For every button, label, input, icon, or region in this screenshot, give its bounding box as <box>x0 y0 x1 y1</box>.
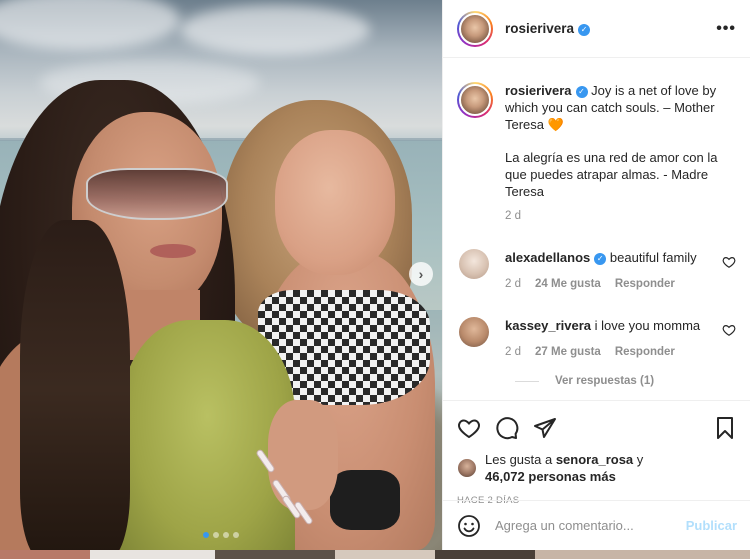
right-person-face <box>275 130 395 275</box>
carousel-next-button[interactable]: › <box>409 262 433 286</box>
next-posts-strip <box>0 550 750 559</box>
likes-prefix: Les gusta a <box>485 452 556 467</box>
comment-username[interactable]: alexadellanos <box>505 250 590 265</box>
emoji-icon[interactable] <box>457 514 481 538</box>
publish-button[interactable]: Publicar <box>686 518 737 533</box>
post-photo[interactable]: › <box>0 0 442 550</box>
liker-username[interactable]: senora_rosa <box>556 452 633 467</box>
view-replies-label: Ver respuestas (1) <box>555 375 655 387</box>
carousel-dots <box>203 532 239 538</box>
like-heart-icon[interactable] <box>457 416 481 440</box>
likes-count[interactable]: 46,072 personas más <box>485 469 616 484</box>
likes-connector: y <box>633 452 644 467</box>
liker-avatar[interactable] <box>457 458 477 478</box>
heart-icon[interactable] <box>722 323 736 337</box>
carousel-dot <box>233 532 239 538</box>
caption: rosierivera ✓ Joy is a net of love by whi… <box>457 82 736 225</box>
swimsuit-bottom <box>330 470 400 530</box>
comment-likes[interactable]: 27 Me gusta <box>535 344 601 361</box>
comment-avatar[interactable] <box>459 317 489 347</box>
bookmark-icon[interactable] <box>713 416 737 440</box>
cloud <box>180 5 370 55</box>
verified-badge-icon: ✓ <box>575 86 588 98</box>
carousel-dot <box>213 532 219 538</box>
post-side-panel: rosierivera ✓ ••• rosierivera ✓ Joy is a n… <box>442 0 750 550</box>
comment-text: beautiful family <box>606 250 697 265</box>
comment-username[interactable]: kassey_rivera <box>505 318 591 333</box>
comment-age[interactable]: 2 d <box>505 276 521 293</box>
add-comment-bar: Publicar <box>443 500 750 550</box>
lips <box>150 244 196 258</box>
caption-text-spanish: La alegría es una red de amor con la que… <box>505 150 718 199</box>
reply-button[interactable]: Responder <box>615 344 675 361</box>
cloud <box>0 0 180 50</box>
comment-input[interactable] <box>495 518 686 533</box>
comment-age[interactable]: 2 d <box>505 344 521 361</box>
reply-button[interactable]: Responder <box>615 276 675 293</box>
comment-likes[interactable]: 24 Me gusta <box>535 276 601 293</box>
verified-badge-icon: ✓ <box>578 24 591 36</box>
comment-text: i love you momma <box>591 318 701 333</box>
comment-item: alexadellanos ✓ beautiful family 2 d 24 M… <box>457 249 736 293</box>
share-paper-plane-icon[interactable] <box>533 416 557 440</box>
verified-badge-icon: ✓ <box>594 253 607 265</box>
divider <box>515 380 539 382</box>
caption-username[interactable]: rosierivera <box>505 83 572 98</box>
comments-section: rosierivera ✓ Joy is a net of love by whi… <box>443 58 750 400</box>
chevron-right-icon: › <box>418 266 424 282</box>
sunglasses <box>86 168 228 220</box>
comment-item: kassey_rivera i love you momma 2 d 27 Me… <box>457 317 736 361</box>
post-actions: Les gusta a senora_rosa y 46,072 persona… <box>443 400 750 506</box>
heart-icon[interactable] <box>722 255 736 269</box>
likes-summary: Les gusta a senora_rosa y 46,072 persona… <box>457 451 737 485</box>
caption-avatar[interactable] <box>457 82 493 118</box>
header-username[interactable]: rosierivera ✓ <box>505 21 591 36</box>
carousel-dot <box>223 532 229 538</box>
more-options-icon[interactable]: ••• <box>716 20 736 38</box>
avatar[interactable] <box>457 10 493 47</box>
comment-bubble-icon[interactable] <box>495 416 519 440</box>
post-header: rosierivera ✓ ••• <box>443 0 750 58</box>
carousel-dot-active <box>203 532 209 538</box>
comment-avatar[interactable] <box>459 249 489 279</box>
left-person-hair-front <box>20 220 130 550</box>
view-replies-button[interactable]: Ver respuestas (1) <box>515 375 736 387</box>
caption-age[interactable]: 2 d <box>505 208 735 225</box>
